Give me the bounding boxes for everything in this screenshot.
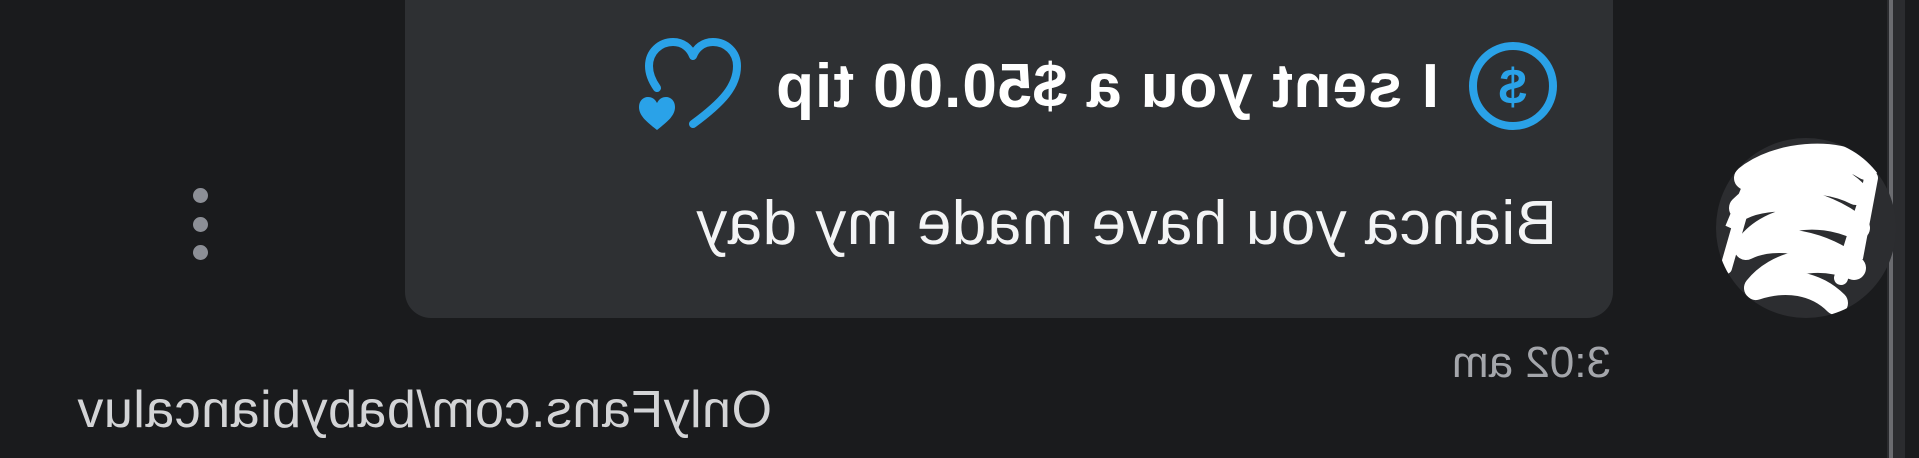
ellipsis-dot	[193, 216, 209, 232]
vertical-ellipsis-icon[interactable]	[183, 188, 219, 260]
avatar-scribble-mask	[1720, 143, 1878, 315]
message-timestamp: 3:02 am	[1452, 338, 1611, 387]
tip-label: I sent you a $50.00 tip	[775, 51, 1439, 121]
ellipsis-dot	[193, 245, 209, 260]
chat-screen: $ I sent you a $50.00 tip Bianca you hav…	[0, 0, 1919, 458]
message-bubble[interactable]: $ I sent you a $50.00 tip Bianca you hav…	[405, 0, 1613, 318]
avatar[interactable]	[1716, 138, 1896, 318]
heart-with-small-heart-icon	[633, 36, 743, 136]
tip-header: $ I sent you a $50.00 tip	[633, 38, 1561, 134]
watermark: OnlyFans.com/babybiancaluv	[76, 381, 772, 439]
mirrored-chat-canvas: $ I sent you a $50.00 tip Bianca you hav…	[0, 0, 1919, 458]
dollar-coin-icon: $	[1465, 38, 1561, 134]
message-text: Bianca you have made my day	[695, 189, 1557, 258]
ellipsis-dot	[193, 188, 209, 203]
svg-text:$: $	[1499, 59, 1527, 115]
